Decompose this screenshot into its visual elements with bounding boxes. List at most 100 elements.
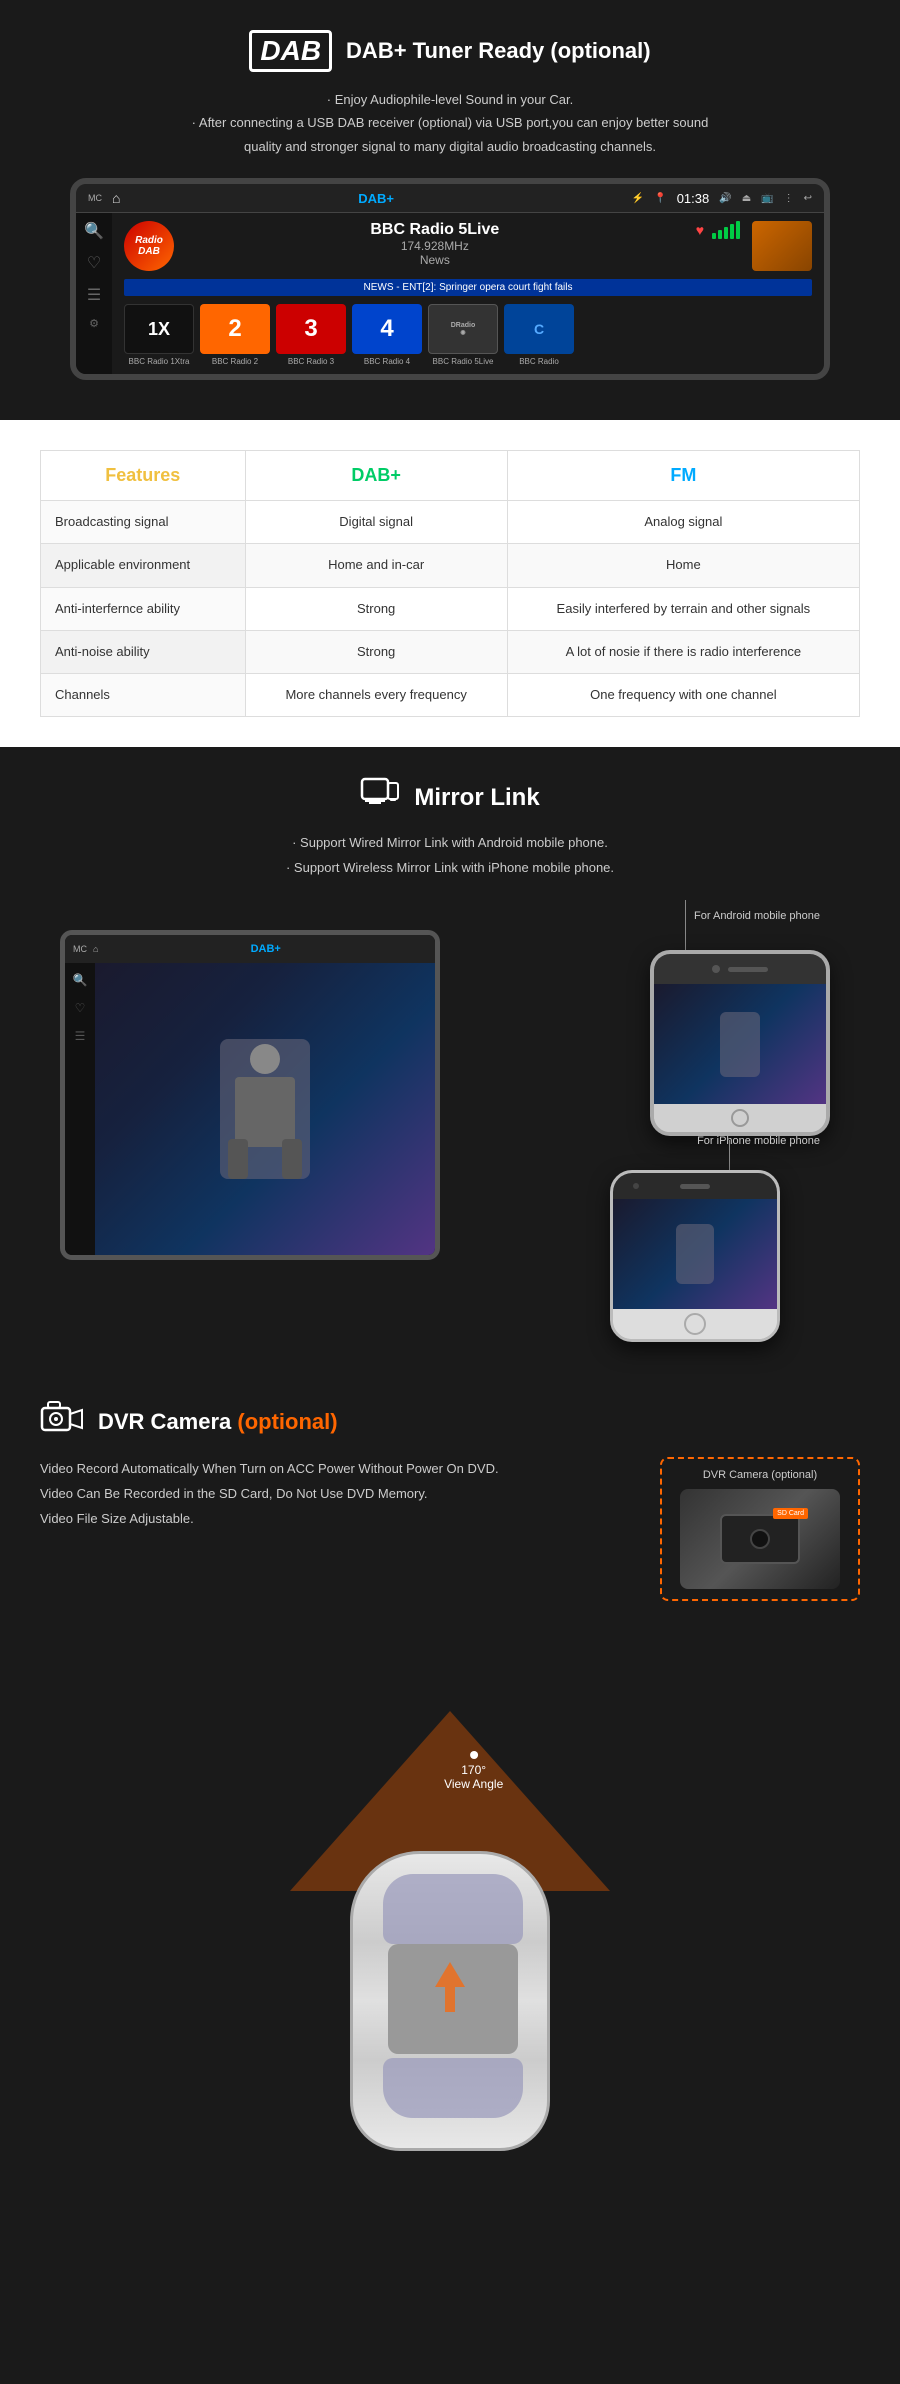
android-phone [650,950,830,1136]
radio-thumbnail [752,221,812,271]
signal-bar-1 [712,233,716,239]
screen-usb-icon: ⚡ [632,193,644,204]
screen-sidebar: 🔍 ♡ ☰ ⚙ [76,213,112,374]
dab-logo: DAB [249,30,332,72]
channel-name-6: BBC Radio [519,357,559,366]
car-arrow [435,1962,465,2012]
dab-description: · Enjoy Audiophile-level Sound in your C… [60,88,840,158]
screen-topbar: MC ⌂ DAB+ ⚡ 📍 01:38 🔊 ⏏ 📺 ⋮ ↩ [76,184,824,213]
dvr-camera-image: SD Card [680,1489,840,1589]
table-row: Broadcasting signal Digital signal Analo… [41,501,860,544]
char-leg-r [282,1139,302,1179]
car-outline [350,1851,550,2151]
screen-volume-icon: 🔊 [719,193,731,204]
screen-content: 🔍 ♡ ☰ ⚙ RadioDAB BBC Radio 5Live 174.928… [76,213,824,374]
heart-icon: ♥ [696,222,704,238]
screen-home-icon[interactable]: ⌂ [112,190,120,206]
car-sidebar-icon-2: ♡ [75,1001,86,1015]
dvr-camera-product-label: DVR Camera (optional) [672,1469,848,1481]
channel-name-1: BBC Radio 1Xtra [129,357,190,366]
dvr-section: DVR Camera (optional) Video Record Autom… [0,1360,900,1631]
car-windshield [383,1874,523,1944]
dab-cell-1: Home and in-car [245,544,507,587]
channel-thumb-1: 1X [124,304,194,354]
signal-bar-5 [736,221,740,239]
features-section: Features DAB+ FM Broadcasting signal Dig… [0,420,900,747]
channel-name-2: BBC Radio 2 [212,357,258,366]
dab-header: DAB DAB+ Tuner Ready (optional) [60,30,840,72]
screen-eject-icon: ⏏ [742,193,751,204]
car-sidebar-left: 🔍 ♡ ☰ [65,963,95,1260]
car-sidebar-icon-3: ☰ [75,1029,86,1043]
table-row: Anti-noise ability Strong A lot of nosie… [41,630,860,673]
features-table: Features DAB+ FM Broadcasting signal Dig… [40,450,860,717]
dvr-title-text: DVR Camera (optional) [98,1409,338,1435]
fm-cell-1: Home [507,544,859,587]
sidebar-settings-icon[interactable]: ⚙ [89,317,99,330]
sidebar-search-icon[interactable]: 🔍 [84,221,104,241]
dvr-camera-product: DVR Camera (optional) SD Card [660,1457,860,1601]
iphone-camera [633,1183,639,1189]
android-home-btn [731,1109,749,1127]
channel-item-5[interactable]: DRadio ◉ BBC Radio 5Live [428,304,498,366]
channel-item-4[interactable]: 4 BBC Radio 4 [352,304,422,366]
dab-section: DAB DAB+ Tuner Ready (optional) · Enjoy … [0,0,900,420]
iphone-bottom [613,1309,777,1339]
char-body [235,1077,295,1147]
dab-title: DAB+ Tuner Ready (optional) [346,38,651,64]
radio-freq: 174.928MHz [186,239,684,253]
table-header-row: Features DAB+ FM [41,451,860,501]
iphone-topbar [613,1173,777,1199]
iphone-phone [610,1170,780,1342]
car-topbar-mc: MC [73,944,87,954]
iphone-label: For iPhone mobile phone [697,1135,820,1147]
fm-cell-2: Easily interfered by terrain and other s… [507,587,859,630]
channel-thumb-6: C [504,304,574,354]
iphone-home-btn [684,1313,706,1335]
android-game-char [720,1012,760,1077]
channel-item-3[interactable]: 3 BBC Radio 3 [276,304,346,366]
channel-item-2[interactable]: 2 BBC Radio 2 [200,304,270,366]
signal-bar-3 [724,227,728,239]
radio-signal-area: ♥ [696,221,740,239]
dab-cell-3: Strong [245,630,507,673]
sidebar-menu-icon[interactable]: ☰ [87,285,101,305]
feature-cell-1: Applicable environment [41,544,246,587]
arrow-head [435,1962,465,1987]
car-view-section: 170° View Angle [0,1631,900,2211]
screen-back-icon[interactable]: ↩ [804,193,812,204]
dvr-description: Video Record Automatically When Turn on … [40,1457,640,1531]
car-sidebar-icon-1: 🔍 [73,973,88,987]
radio-type: News [186,253,684,267]
screen-menu-icon[interactable]: ⋮ [784,193,794,204]
dvr-camera-lens [750,1529,770,1549]
signal-bar-4 [730,224,734,239]
view-angle-label: 170° View Angle [444,1751,503,1791]
android-camera [712,965,720,973]
channel-name-3: BBC Radio 3 [288,357,334,366]
iphone-speaker [680,1184,710,1189]
dvr-camera-icon [40,1400,84,1443]
channel-name-5: BBC Radio 5Live [433,357,494,366]
mirror-section: Mirror Link · Support Wired Mirror Link … [0,747,900,1360]
channel-item-6[interactable]: C BBC Radio [504,304,574,366]
dab-cell-4: More channels every frequency [245,673,507,716]
iphone-game-char [676,1224,714,1284]
screen-dab-label: DAB+ [130,191,621,206]
android-label-line [685,900,686,950]
signal-bar-2 [718,230,722,239]
channel-thumb-3: 3 [276,304,346,354]
channel-thumb-4: 4 [352,304,422,354]
radio-channels: 1X BBC Radio 1Xtra 2 BBC Radio 2 3 BBC R… [124,304,812,366]
feature-cell-0: Broadcasting signal [41,501,246,544]
car-top-view: 170° View Angle [200,1651,700,2171]
signal-bars [712,221,740,239]
iphone-screen [613,1199,777,1309]
screen-screen-icon: 📺 [761,193,773,204]
radio-logo: RadioDAB [124,221,174,271]
dvr-header: DVR Camera (optional) [40,1400,860,1443]
sidebar-heart-icon[interactable]: ♡ [87,253,101,273]
channel-item-1[interactable]: 1X BBC Radio 1Xtra [124,304,194,366]
android-topbar [654,954,826,984]
table-row: Channels More channels every frequency O… [41,673,860,716]
